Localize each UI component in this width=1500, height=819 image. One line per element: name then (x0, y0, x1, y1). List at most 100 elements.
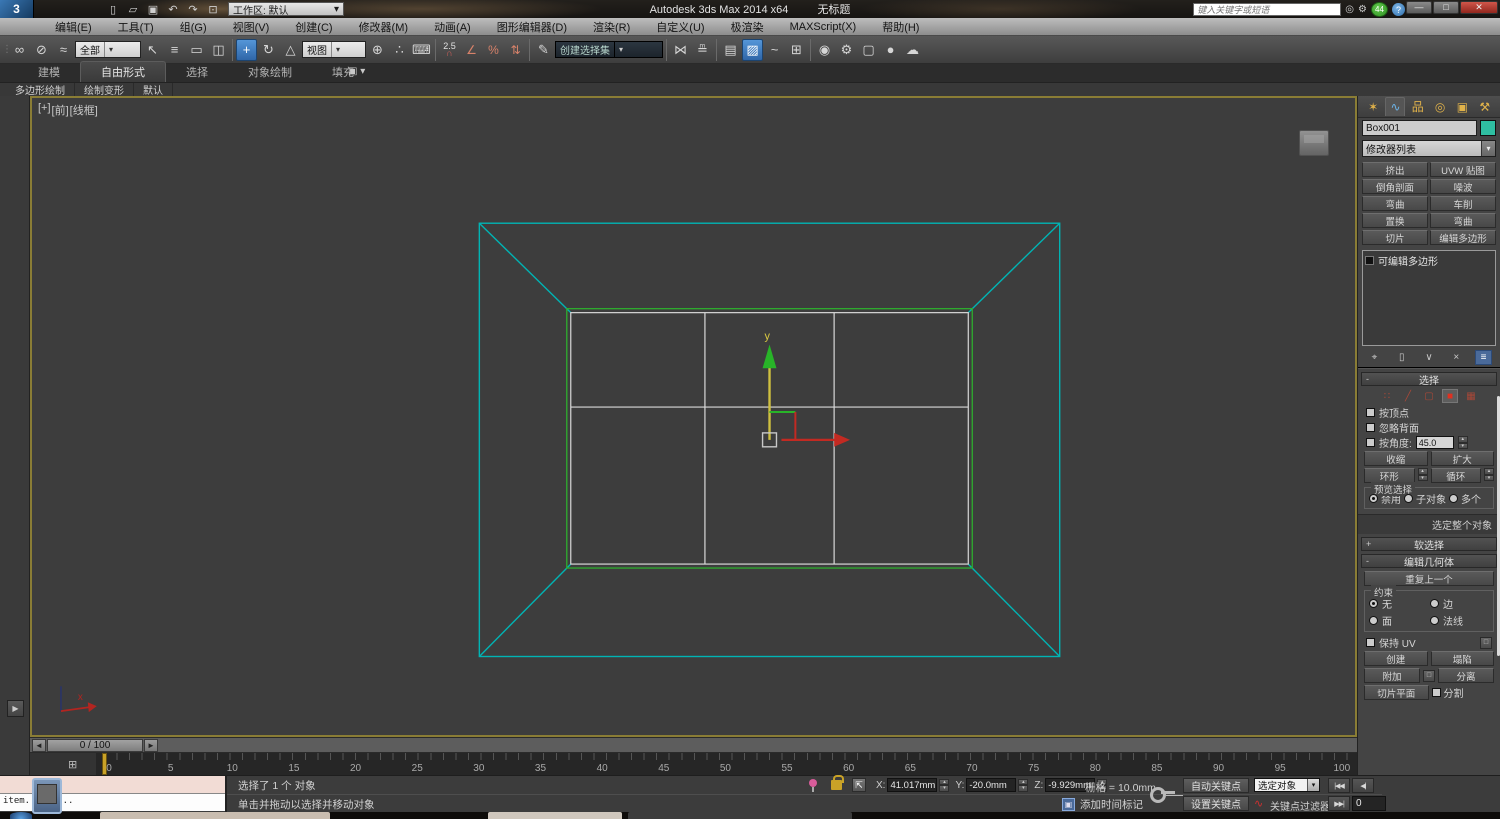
select-object-icon[interactable]: ↖ (142, 39, 163, 61)
menu-item[interactable]: 图形编辑器(D) (484, 18, 580, 36)
schematic-view-icon[interactable]: ⊞ (786, 39, 807, 61)
ring-button[interactable]: 环形 (1364, 468, 1415, 483)
by-angle-checkbox[interactable] (1366, 438, 1375, 447)
menu-item[interactable]: 修改器(M) (346, 18, 422, 36)
ignore-backfacing-checkbox[interactable] (1366, 423, 1375, 432)
viewport-front[interactable]: [+] [前] [线框] (30, 96, 1357, 737)
taskbar-app-button[interactable] (488, 812, 622, 819)
previous-frame-icon[interactable]: ◀| (1352, 778, 1374, 793)
wrench-icon[interactable]: ⚙ (1358, 4, 1367, 15)
rendered-frame-icon[interactable]: ▢ (858, 39, 879, 61)
maximize-button[interactable]: □ (1433, 1, 1459, 14)
modifier-button[interactable]: 切片 (1362, 230, 1428, 245)
edge-subobject-icon[interactable]: ╱ (1400, 389, 1416, 403)
repeat-last-button[interactable]: 重复上一个 (1364, 571, 1494, 586)
create-button[interactable]: 创建 (1364, 651, 1428, 666)
modifier-button[interactable]: 噪波 (1430, 179, 1496, 194)
modifier-button[interactable]: 弯曲 (1362, 196, 1428, 211)
layer-manager-icon[interactable]: ▤ (720, 39, 741, 61)
unlink-selection-icon[interactable]: ⊘ (31, 39, 52, 61)
rollout-soft-selection-header[interactable]: + 软选择 (1361, 537, 1497, 551)
timeline-ruler[interactable]: 0510152025303540455055606570758085909510… (96, 753, 1357, 775)
absolute-mode-icon[interactable]: ⇱ (852, 778, 866, 792)
stack-item-editable-poly[interactable]: 可编辑多边形 (1365, 253, 1493, 268)
menu-item[interactable]: 工具(T) (105, 18, 167, 36)
ribbon-tab[interactable]: 建模 (18, 62, 80, 82)
configure-modifier-sets-icon[interactable]: ≡ (1475, 350, 1492, 365)
menu-item[interactable]: 编辑(E) (42, 18, 105, 36)
modifier-list-dropdown[interactable]: 修改器列表 ▾ (1362, 140, 1496, 157)
taskbar-app-button[interactable] (100, 812, 330, 819)
angle-snap-icon[interactable]: ∠ (461, 39, 482, 61)
search-icon[interactable]: ◎ (1345, 4, 1354, 15)
detach-button[interactable]: 分离 (1438, 668, 1494, 683)
toolbar-handle[interactable]: ⋮ (2, 44, 8, 55)
menu-item[interactable]: 动画(A) (421, 18, 484, 36)
ribbon-minimize-icon[interactable]: ▣ ▾ (348, 66, 365, 79)
add-time-tag[interactable]: ▣ 添加时间标记 (1062, 797, 1143, 812)
vertex-subobject-icon[interactable]: ∷ (1379, 389, 1395, 403)
help-icon[interactable]: ? (1392, 3, 1405, 16)
preview-subobject-radio[interactable] (1404, 494, 1413, 503)
modifier-button[interactable]: 挤出 (1362, 162, 1428, 177)
y-spinner[interactable]: ▴▾ (1018, 779, 1028, 792)
object-name-field[interactable]: Box001 (1362, 120, 1477, 136)
shrink-button[interactable]: 收缩 (1364, 451, 1428, 466)
rollout-edit-geometry-header[interactable]: - 编辑几何体 (1361, 554, 1497, 568)
isolate-selection-icon[interactable] (808, 779, 818, 792)
loop-spinner[interactable]: ▴▾ (1484, 468, 1494, 481)
expand-panel-icon[interactable]: ▶ (7, 700, 24, 717)
menu-item[interactable]: 极渲染 (718, 18, 777, 36)
mini-curve-editor-button[interactable] (32, 778, 62, 814)
viewport-menu-shading[interactable]: [线框] (70, 102, 98, 118)
ribbon-panel-tab[interactable]: 默认 (134, 83, 173, 97)
time-tag-icon[interactable]: ▣ (1062, 798, 1075, 811)
constraint-none-radio[interactable] (1369, 599, 1378, 608)
loop-button[interactable]: 循环 (1431, 468, 1482, 483)
key-mode-dropdown[interactable]: 选定对象 ▾ (1254, 778, 1320, 792)
border-subobject-icon[interactable]: ▢ (1421, 389, 1437, 403)
menu-item[interactable]: 创建(C) (282, 18, 345, 36)
angle-spinner[interactable]: ▴▾ (1458, 436, 1468, 449)
ribbon-toggle-icon[interactable]: ▨ (742, 39, 763, 61)
constraint-normal-radio[interactable] (1430, 616, 1439, 625)
viewcube[interactable] (1299, 130, 1329, 156)
preserve-uv-checkbox[interactable] (1366, 638, 1375, 647)
make-unique-icon[interactable]: ∨ (1421, 350, 1438, 365)
element-subobject-icon[interactable]: ▦ (1463, 389, 1479, 403)
motion-tab-icon[interactable]: ◎ (1430, 97, 1450, 116)
select-and-link-icon[interactable]: ∞ (9, 39, 30, 61)
spinner-snap-icon[interactable]: ⇅ (505, 39, 526, 61)
modifier-button[interactable]: 编辑多边形 (1430, 230, 1496, 245)
app-logo-button[interactable]: 3 (0, 0, 34, 18)
by-vertex-checkbox[interactable] (1366, 408, 1375, 417)
bind-to-space-warp-icon[interactable]: ≈ (53, 39, 74, 61)
keyboard-override-icon[interactable]: ⌨ (411, 39, 432, 61)
select-and-move-icon[interactable]: + (236, 39, 257, 61)
taskbar-app-button[interactable] (628, 812, 852, 819)
x-coordinate-field[interactable]: 41.017mm (887, 778, 937, 792)
polygon-subobject-icon[interactable]: ■ (1442, 389, 1458, 403)
preview-multiple-radio[interactable] (1449, 494, 1458, 503)
viewport-menu-pov[interactable]: [前] (52, 102, 69, 118)
y-coordinate-field[interactable]: -20.0mm (966, 778, 1016, 792)
collapse-button[interactable]: 塌陷 (1431, 651, 1495, 666)
key-filters-icon[interactable]: ∿ (1254, 797, 1267, 810)
percent-snap-icon[interactable]: % (483, 39, 504, 61)
angle-value-field[interactable]: 45.0 (1416, 436, 1454, 449)
modifier-button[interactable]: 置换 (1362, 213, 1428, 228)
selection-filter-dropdown[interactable]: 全部 ▾ (75, 41, 141, 58)
communication-center-badge[interactable]: 44 (1371, 2, 1388, 17)
slice-plane-button[interactable]: 切片平面 (1364, 685, 1429, 700)
trackbar-mode-icon[interactable]: ⊞ (68, 758, 77, 771)
select-and-rotate-icon[interactable]: ↻ (258, 39, 279, 61)
hierarchy-tab-icon[interactable]: 品 (1408, 97, 1428, 116)
use-pivot-center-icon[interactable]: ⊕ (367, 39, 388, 61)
time-slider-handle[interactable]: 0 / 100 (47, 739, 143, 752)
edit-named-sets-icon[interactable]: ✎ (533, 39, 554, 61)
go-to-start-icon[interactable]: |◀◀ (1328, 778, 1350, 793)
select-and-manipulate-icon[interactable]: ∴ (389, 39, 410, 61)
new-icon[interactable]: ▯ (104, 2, 122, 17)
auto-key-button[interactable]: 自动关键点 (1183, 778, 1249, 793)
show-end-result-icon[interactable]: ▯ (1393, 350, 1410, 365)
